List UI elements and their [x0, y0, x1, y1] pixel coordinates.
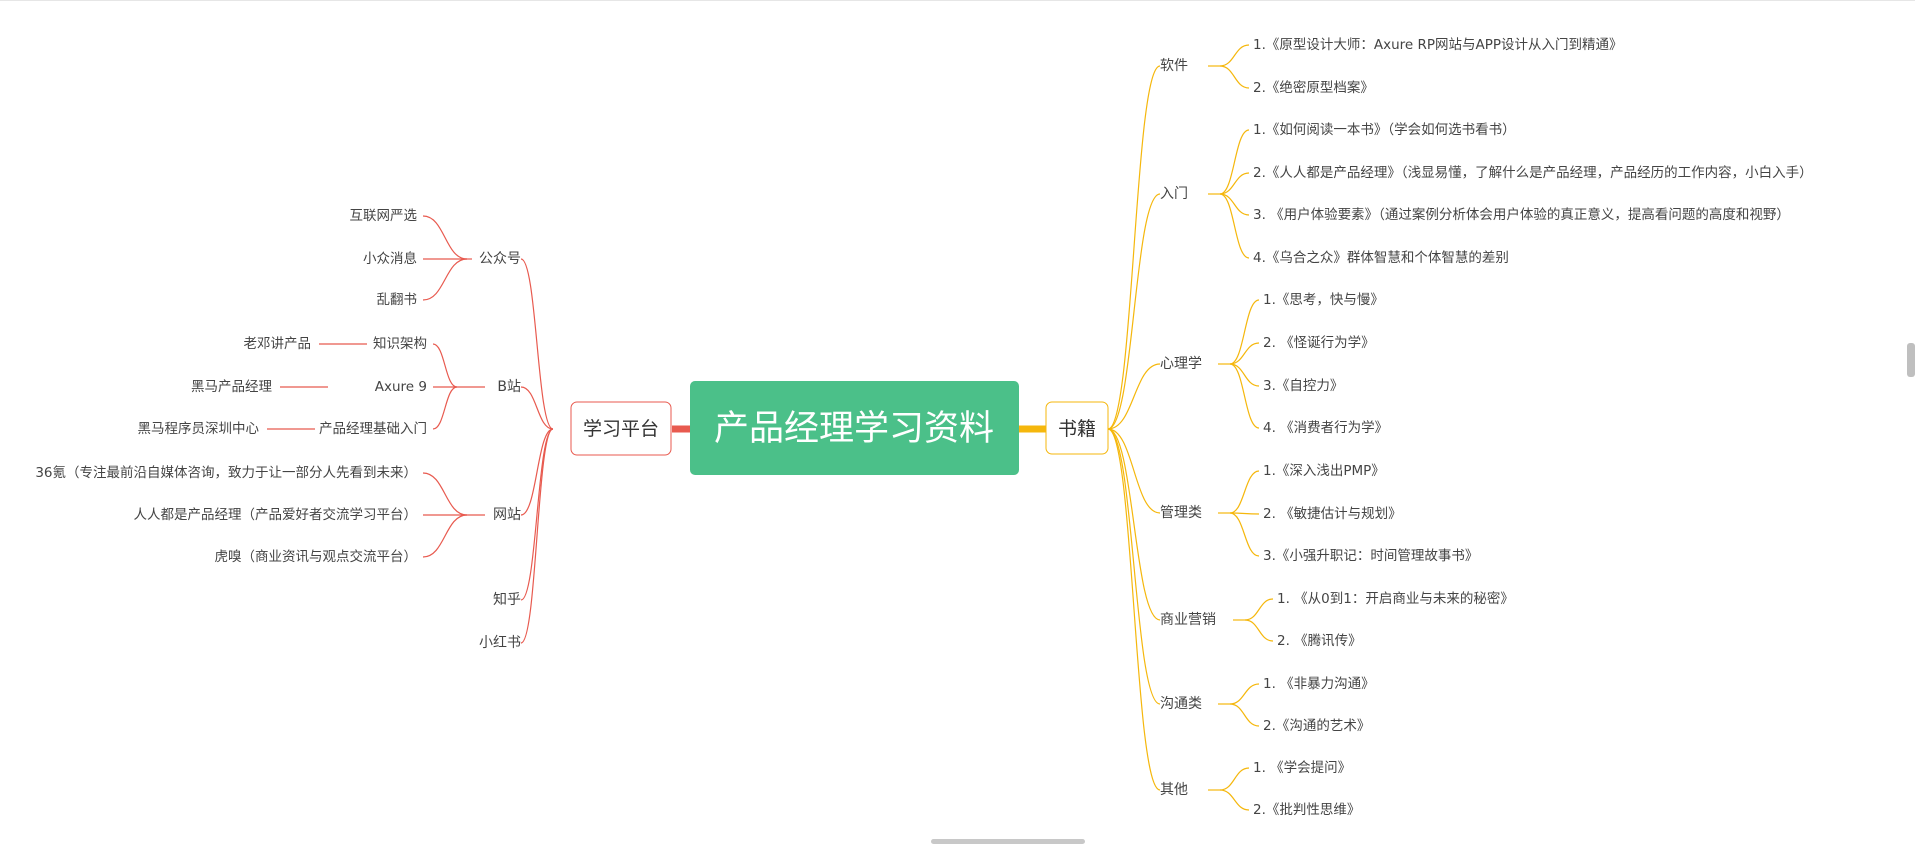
book-item-2-0[interactable]: 1.《思考，快与慢》 — [1263, 291, 1384, 308]
platform-item-1-2[interactable]: 产品经理基础入门 — [319, 420, 427, 437]
platform-item-2-2[interactable]: 虎嗅（商业资讯与观点交流平台） — [215, 548, 418, 565]
platform-subitem-1-1[interactable]: 黑马产品经理 — [191, 379, 272, 395]
edge-platform-3 — [520, 428, 554, 601]
edge-book-3-0 — [1229, 470, 1260, 514]
edge-books-4 — [1107, 428, 1161, 621]
edge-book-2-3 — [1229, 363, 1260, 429]
edge-book-6-0 — [1219, 767, 1250, 791]
vertical-scrollbar[interactable] — [1907, 343, 1915, 377]
edge-books-2 — [1107, 363, 1161, 430]
books-category-2[interactable]: 心理学 — [1160, 356, 1202, 372]
platform-item-1-1[interactable]: Axure 9 — [375, 379, 427, 395]
books-category-5[interactable]: 沟通类 — [1160, 696, 1202, 712]
book-item-0-1[interactable]: 2.《绝密原型档案》 — [1253, 79, 1374, 96]
edge-books-0 — [1107, 65, 1161, 430]
edge-platform-2 — [520, 428, 554, 516]
platform-subitem-1-2[interactable]: 黑马程序员深圳中心 — [138, 421, 260, 437]
horizontal-scrollbar[interactable] — [931, 839, 1085, 844]
book-item-1-0[interactable]: 1.《如何阅读一本书》（学会如何选书看书） — [1253, 122, 1516, 138]
mindmap-canvas[interactable]: 产品经理学习资料 书籍 学习平台 软件 1.《原型设计大师：Axure RP网站与APP… — [0, 0, 1915, 844]
platform-item-0-1[interactable]: 小众消息 — [363, 250, 417, 267]
book-item-2-3[interactable]: 4. 《消费者行为学》 — [1263, 420, 1388, 436]
edge-book-2-2 — [1229, 363, 1260, 387]
books-label[interactable]: 书籍 — [1058, 418, 1096, 440]
edge-platform-0-2 — [422, 258, 468, 301]
book-item-3-0[interactable]: 1.《深入浅出PMP》 — [1263, 463, 1385, 479]
edge-book-0-0 — [1219, 44, 1250, 67]
book-item-1-2[interactable]: 3. 《用户体验要素》（通过案例分析体会用户体验的真正意义，提高看问题的高度和视… — [1253, 206, 1790, 223]
platform-category-0[interactable]: 公众号 — [479, 251, 521, 267]
edge-platform-2-0 — [422, 472, 468, 516]
edge-book-0-1 — [1219, 65, 1250, 89]
edge-book-6-1 — [1219, 789, 1250, 811]
edge-book-4-1 — [1244, 619, 1274, 642]
edge-books-1 — [1107, 193, 1161, 430]
edge-platform-2-2 — [422, 514, 468, 558]
book-item-6-0[interactable]: 1. 《学会提问》 — [1253, 760, 1351, 776]
books-category-0[interactable]: 软件 — [1160, 58, 1188, 74]
platform-category-2[interactable]: 网站 — [493, 507, 521, 523]
book-item-4-0[interactable]: 1. 《从0到1：开启商业与未来的秘密》 — [1277, 590, 1514, 607]
platform-subitem-1-0[interactable]: 老邓讲产品 — [244, 336, 312, 352]
root-label[interactable]: 产品经理学习资料 — [714, 409, 994, 449]
books-category-6[interactable]: 其他 — [1160, 782, 1188, 798]
book-item-3-1[interactable]: 2. 《敏捷估计与规划》 — [1263, 506, 1402, 522]
platform-category-3[interactable]: 知乎 — [493, 591, 521, 608]
book-item-6-1[interactable]: 2.《批判性思维》 — [1253, 802, 1360, 818]
mindmap-nodes: 产品经理学习资料 书籍 学习平台 软件 1.《原型设计大师：Axure RP网站与APP… — [35, 37, 1812, 818]
book-item-5-0[interactable]: 1. 《非暴力沟通》 — [1263, 676, 1375, 692]
books-category-3[interactable]: 管理类 — [1160, 505, 1202, 521]
edge-platform-0 — [520, 258, 554, 430]
platform-category-1[interactable]: B站 — [497, 379, 521, 395]
platform-item-0-0[interactable]: 互联网严选 — [350, 208, 418, 224]
book-item-0-0[interactable]: 1.《原型设计大师：Axure RP网站与APP设计从入门到精通》 — [1253, 37, 1623, 53]
book-item-1-3[interactable]: 4.《乌合之众》群体智慧和个体智慧的差别 — [1253, 250, 1509, 266]
edge-platform-1-0 — [432, 343, 458, 388]
books-category-4[interactable]: 商业营销 — [1160, 612, 1216, 628]
edge-platform-1-2 — [432, 386, 458, 430]
platform-category-4[interactable]: 小红书 — [479, 635, 521, 651]
platform-label[interactable]: 学习平台 — [583, 418, 659, 440]
edge-book-3-2 — [1229, 512, 1260, 557]
book-item-4-1[interactable]: 2. 《腾讯传》 — [1277, 632, 1362, 649]
edge-book-5-0 — [1229, 683, 1260, 705]
platform-item-0-2[interactable]: 乱翻书 — [377, 292, 418, 308]
platform-item-1-0[interactable]: 知识架构 — [373, 335, 427, 352]
edge-book-5-1 — [1229, 703, 1260, 727]
books-category-1[interactable]: 入门 — [1160, 186, 1188, 202]
platform-item-2-0[interactable]: 36氪（专注最前沿自媒体咨询，致力于让一部分人先看到未来） — [35, 464, 417, 481]
book-item-2-1[interactable]: 2. 《怪诞行为学》 — [1263, 335, 1375, 351]
book-item-2-2[interactable]: 3.《自控力》 — [1263, 378, 1343, 394]
edge-book-4-0 — [1244, 598, 1274, 621]
book-item-5-1[interactable]: 2.《沟通的艺术》 — [1263, 718, 1370, 734]
book-item-1-1[interactable]: 2.《人人都是产品经理》（浅显易懂，了解什么是产品经理，产品经历的工作内容，小白… — [1253, 164, 1813, 181]
edge-books-6 — [1107, 428, 1161, 791]
edge-platform-0-0 — [422, 215, 468, 260]
platform-item-2-1[interactable]: 人人都是产品经理（产品爱好者交流学习平台） — [134, 506, 418, 523]
book-item-3-2[interactable]: 3.《小强升职记：时间管理故事书》 — [1263, 548, 1478, 564]
edge-platform-4 — [520, 428, 554, 644]
